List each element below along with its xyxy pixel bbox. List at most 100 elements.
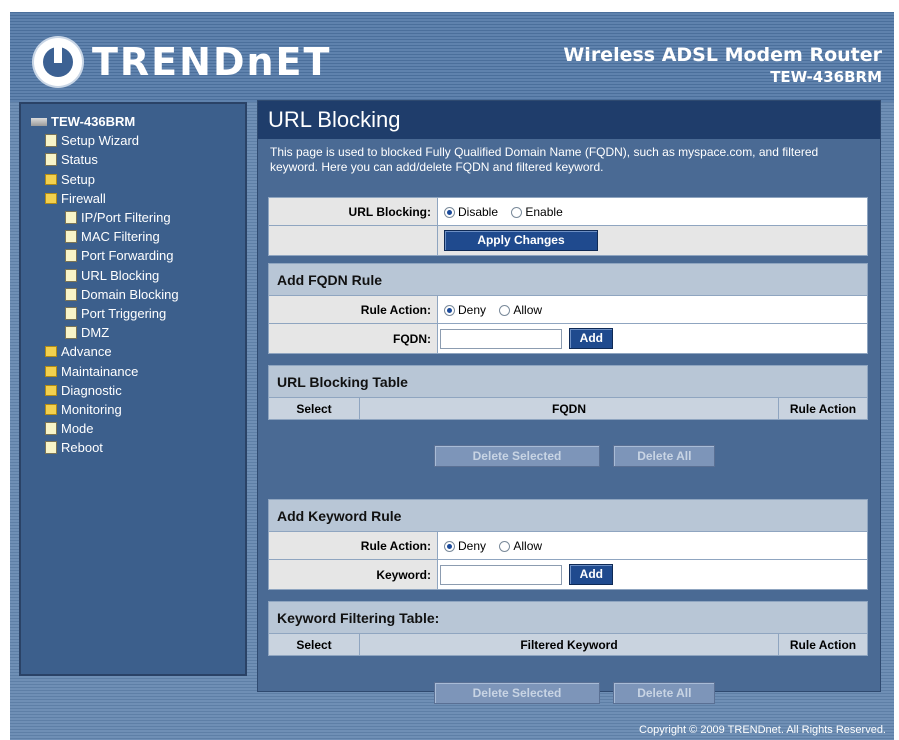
col-rule-action: Rule Action bbox=[778, 397, 868, 420]
document-icon bbox=[65, 306, 77, 320]
document-icon bbox=[45, 441, 57, 455]
document-icon bbox=[65, 211, 77, 225]
radio-disable[interactable]: Disable bbox=[444, 205, 498, 219]
sidebar-item-label: MAC Filtering bbox=[81, 229, 160, 245]
folder-open-icon bbox=[45, 192, 57, 204]
main-content: URL Blocking This page is used to blocke… bbox=[257, 100, 881, 704]
folder-icon bbox=[45, 403, 57, 415]
sidebar-item-label: Port Triggering bbox=[81, 305, 167, 321]
url-blocking-label: URL Blocking: bbox=[268, 197, 438, 226]
sidebar-item-port-triggering[interactable]: Port Triggering bbox=[31, 304, 179, 323]
delete-selected-url-button[interactable]: Delete Selected bbox=[434, 445, 600, 467]
sidebar-item-firewall[interactable]: Firewall bbox=[31, 189, 179, 208]
document-icon bbox=[45, 422, 57, 436]
sidebar-item-domain-blocking[interactable]: Domain Blocking bbox=[31, 285, 179, 304]
sidebar-item-label: Diagnostic bbox=[61, 382, 122, 398]
sidebar-item-setup[interactable]: Setup bbox=[31, 170, 179, 189]
sidebar-item-diagnostic[interactable]: Diagnostic bbox=[31, 381, 179, 400]
sidebar-item-label: Monitoring bbox=[61, 401, 122, 417]
col-rule-action: Rule Action bbox=[778, 633, 868, 656]
router-icon bbox=[31, 117, 47, 126]
document-icon bbox=[65, 326, 77, 340]
sidebar-item-advance[interactable]: Advance bbox=[31, 342, 179, 361]
copyright-footer: Copyright © 2009 TRENDnet. All Rights Re… bbox=[639, 724, 886, 736]
sidebar-item-reboot[interactable]: Reboot bbox=[31, 438, 179, 457]
sidebar-item-dmz[interactable]: DMZ bbox=[31, 323, 179, 342]
keyword-table-actions: Delete Selected Delete All bbox=[434, 682, 716, 704]
radio-enable[interactable]: Enable bbox=[511, 204, 563, 219]
radio-fqdn-allow-label: Allow bbox=[513, 302, 543, 317]
nav-tree: TEW-436BRM Setup Wizard Status Setup Fir… bbox=[31, 112, 179, 457]
radio-disable-label: Disable bbox=[458, 204, 499, 219]
product-model: TEW-436BRM bbox=[770, 68, 882, 86]
url-table-header: URL Blocking Table bbox=[268, 365, 868, 398]
sidebar-item-monitoring[interactable]: Monitoring bbox=[31, 400, 179, 419]
keyword-input[interactable] bbox=[440, 564, 562, 585]
radio-fqdn-allow[interactable]: Allow bbox=[499, 303, 542, 317]
folder-icon bbox=[45, 346, 57, 358]
radio-unselected-icon bbox=[511, 207, 523, 219]
folder-icon bbox=[45, 365, 57, 377]
keyword-label: Keyword: bbox=[268, 559, 438, 590]
nav-root-label: TEW-436BRM bbox=[51, 114, 136, 130]
page-description: This page is used to blocked Fully Quali… bbox=[270, 145, 819, 174]
url-blocking-settings: URL Blocking: Disable Enable Apply Chang… bbox=[268, 197, 868, 256]
logo-text: TRENDnET bbox=[92, 40, 332, 84]
add-fqdn-button[interactable]: Add bbox=[569, 328, 614, 349]
radio-unselected-icon bbox=[499, 541, 511, 553]
sidebar-item-url-blocking[interactable]: URL Blocking bbox=[31, 266, 179, 285]
col-select: Select bbox=[268, 633, 360, 656]
document-icon bbox=[45, 153, 57, 167]
sidebar-item-label: Domain Blocking bbox=[81, 286, 179, 302]
product-name: Wireless ADSL Modem Router bbox=[563, 44, 882, 66]
document-icon bbox=[65, 230, 77, 244]
sidebar-item-label: DMZ bbox=[81, 325, 110, 341]
keyword-rule-action-label: Rule Action: bbox=[268, 531, 438, 560]
sidebar-item-label: Setup bbox=[61, 171, 95, 187]
fqdn-input[interactable] bbox=[440, 328, 562, 349]
radio-selected-icon bbox=[444, 207, 455, 219]
url-blocking-options: Disable Enable bbox=[437, 197, 868, 226]
apply-changes-button[interactable]: Apply Changes bbox=[444, 230, 598, 251]
product-info: Wireless ADSL Modem Router TEW-436BRM bbox=[563, 44, 882, 86]
fqdn-rule-header: Add FQDN Rule bbox=[268, 263, 868, 296]
sidebar-item-mode[interactable]: Mode bbox=[31, 419, 179, 438]
sidebar-item-label: Reboot bbox=[61, 440, 103, 456]
add-keyword-button[interactable]: Add bbox=[569, 564, 614, 585]
sidebar-item-label: URL Blocking bbox=[81, 267, 160, 283]
document-icon bbox=[65, 287, 77, 301]
apply-cell: Apply Changes bbox=[437, 225, 868, 256]
folder-icon bbox=[45, 173, 57, 185]
radio-fqdn-deny[interactable]: Deny bbox=[444, 303, 486, 317]
logo-power-icon bbox=[34, 38, 82, 86]
delete-all-keyword-button[interactable]: Delete All bbox=[613, 682, 716, 704]
url-table-actions: Delete Selected Delete All bbox=[434, 445, 716, 467]
delete-selected-keyword-button[interactable]: Delete Selected bbox=[434, 682, 600, 704]
radio-keyword-allow[interactable]: Allow bbox=[499, 539, 542, 553]
sidebar-item-label: Maintainance bbox=[61, 363, 139, 379]
radio-keyword-deny-label: Deny bbox=[458, 538, 487, 553]
sidebar-item-setup-wizard[interactable]: Setup Wizard bbox=[31, 131, 179, 150]
radio-keyword-deny[interactable]: Deny bbox=[444, 539, 486, 553]
radio-selected-icon bbox=[444, 305, 455, 317]
sidebar-item-label: Status bbox=[61, 152, 98, 168]
sidebar-item-port-forwarding[interactable]: Port Forwarding bbox=[31, 246, 179, 265]
nav-root[interactable]: TEW-436BRM bbox=[31, 112, 179, 131]
radio-keyword-allow-label: Allow bbox=[513, 538, 543, 553]
sidebar-item-status[interactable]: Status bbox=[31, 150, 179, 169]
radio-selected-icon bbox=[444, 541, 455, 553]
sidebar-item-label: Mode bbox=[61, 421, 94, 437]
sidebar-item-maintainance[interactable]: Maintainance bbox=[31, 361, 179, 380]
delete-all-url-button[interactable]: Delete All bbox=[613, 445, 716, 467]
sidebar-item-ip-port-filtering[interactable]: IP/Port Filtering bbox=[31, 208, 179, 227]
empty-cell bbox=[268, 225, 438, 256]
document-icon bbox=[65, 249, 77, 263]
radio-fqdn-deny-label: Deny bbox=[458, 302, 487, 317]
sidebar-item-mac-filtering[interactable]: MAC Filtering bbox=[31, 227, 179, 246]
radio-enable-label: Enable bbox=[525, 204, 563, 219]
keyword-table-header: Keyword Filtering Table: bbox=[268, 601, 868, 634]
fqdn-rule-action-options: Deny Allow bbox=[437, 295, 868, 324]
add-fqdn-rule-section: Add FQDN Rule Rule Action: Deny Allow FQ… bbox=[268, 263, 868, 354]
document-icon bbox=[65, 268, 77, 282]
sidebar-item-label: Port Forwarding bbox=[81, 248, 174, 264]
